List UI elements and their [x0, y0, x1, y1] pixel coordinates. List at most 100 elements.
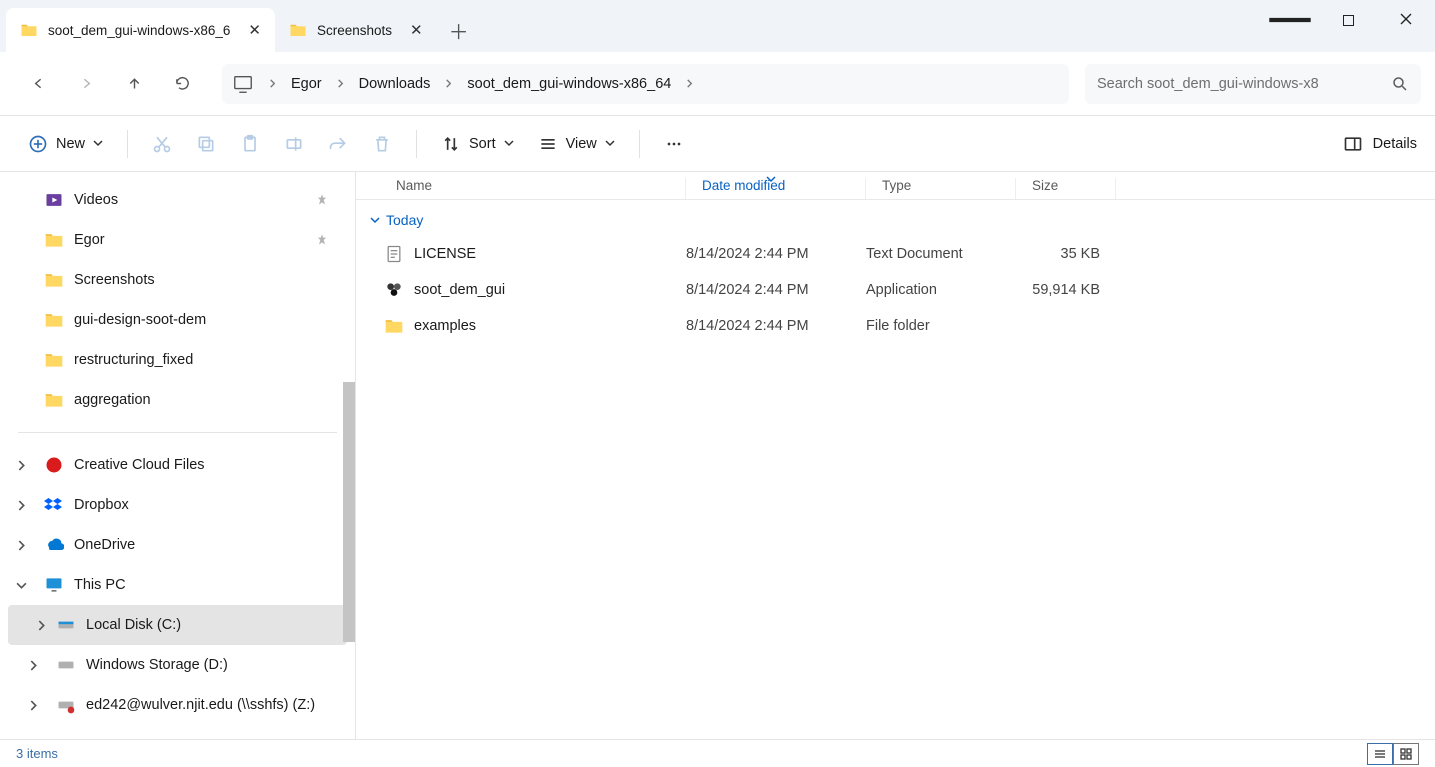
sidebar-item-aggregation[interactable]: aggregation — [0, 380, 355, 420]
folder-icon — [44, 390, 64, 410]
copy-button[interactable] — [186, 125, 226, 163]
folder-icon — [44, 310, 64, 330]
sidebar-item-this-pc[interactable]: This PC — [0, 565, 355, 605]
back-button[interactable] — [14, 60, 62, 108]
cut-button[interactable] — [142, 125, 182, 163]
sidebar-item-videos[interactable]: Videos — [0, 180, 355, 220]
file-row-soot-dem-gui[interactable]: soot_dem_gui 8/14/2024 2:44 PM Applicati… — [356, 272, 1435, 308]
file-type: Text Document — [866, 246, 1016, 262]
sidebar-item-onedrive[interactable]: OneDrive — [0, 525, 355, 565]
sidebar-item-gui-design[interactable]: gui-design-soot-dem — [0, 300, 355, 340]
chevron-right-icon — [436, 75, 461, 93]
sidebar-item-creative-cloud[interactable]: Creative Cloud Files — [0, 445, 355, 485]
restore-button[interactable] — [1319, 0, 1377, 40]
sidebar-item-label: Windows Storage (D:) — [86, 657, 228, 673]
file-size: 59,914 KB — [1016, 282, 1116, 298]
sidebar-item-screenshots[interactable]: Screenshots — [0, 260, 355, 300]
close-button[interactable] — [1377, 0, 1435, 40]
folder-icon — [44, 230, 64, 250]
up-button[interactable] — [110, 60, 158, 108]
breadcrumb-segment[interactable]: soot_dem_gui-windows-x86_64 — [467, 76, 671, 92]
sidebar-item-windows-storage[interactable]: Windows Storage (D:) — [0, 645, 355, 685]
chevron-right-icon[interactable] — [28, 699, 40, 711]
view-switcher — [1367, 743, 1419, 765]
tab-inactive[interactable]: Screenshots ✕ — [275, 8, 437, 52]
file-row-examples[interactable]: examples 8/14/2024 2:44 PM File folder — [356, 308, 1435, 344]
chevron-down-icon[interactable] — [16, 579, 28, 591]
chevron-right-icon[interactable] — [36, 619, 48, 631]
column-headers: Name Date modified Type Size — [356, 172, 1435, 200]
details-pane-button[interactable]: Details — [1343, 134, 1417, 154]
network-disk-icon — [56, 695, 76, 715]
sidebar-item-label: aggregation — [74, 392, 151, 408]
details-label: Details — [1373, 136, 1417, 152]
sidebar-item-label: Egor — [74, 232, 105, 248]
sidebar-item-restructuring[interactable]: restructuring_fixed — [0, 340, 355, 380]
search-input[interactable]: Search soot_dem_gui-windows-x8 — [1085, 64, 1421, 104]
sidebar-item-network-drive[interactable]: ed242@wulver.njit.edu (\\sshfs) (Z:) — [0, 685, 355, 725]
tab-active[interactable]: soot_dem_gui-windows-x86_6 ✕ — [6, 8, 275, 52]
column-type[interactable]: Type — [866, 178, 1016, 199]
chevron-down-icon — [93, 136, 103, 152]
column-size[interactable]: Size — [1016, 178, 1116, 199]
sort-label: Sort — [469, 136, 496, 152]
sort-button[interactable]: Sort — [431, 125, 524, 163]
new-button[interactable]: New — [18, 125, 113, 163]
share-button[interactable] — [318, 125, 358, 163]
window-controls — [1261, 0, 1435, 40]
separator — [416, 130, 417, 158]
this-pc-icon — [232, 73, 254, 95]
breadcrumb[interactable]: Egor Downloads soot_dem_gui-windows-x86_… — [222, 64, 1069, 104]
navigation-pane: Videos Egor Screenshots gui-design-soot-… — [0, 172, 356, 739]
forward-button[interactable] — [62, 60, 110, 108]
sidebar-item-label: Videos — [74, 192, 118, 208]
chevron-down-icon — [370, 212, 380, 228]
folder-icon — [289, 21, 307, 39]
more-button[interactable] — [654, 125, 694, 163]
separator — [639, 130, 640, 158]
rename-icon — [284, 134, 304, 154]
sidebar-item-label: ed242@wulver.njit.edu (\\sshfs) (Z:) — [86, 697, 315, 713]
divider — [18, 432, 337, 433]
column-name[interactable]: Name — [356, 178, 686, 199]
file-type: Application — [866, 282, 1016, 298]
scrollbar[interactable] — [343, 382, 355, 642]
chevron-down-icon — [605, 136, 615, 152]
close-icon[interactable]: ✕ — [248, 21, 261, 39]
rename-button[interactable] — [274, 125, 314, 163]
paste-button[interactable] — [230, 125, 270, 163]
file-date: 8/14/2024 2:44 PM — [686, 246, 866, 262]
delete-button[interactable] — [362, 125, 402, 163]
column-date[interactable]: Date modified — [686, 178, 866, 199]
chevron-down-icon — [504, 136, 514, 152]
column-type-label: Type — [882, 178, 911, 193]
sidebar-item-dropbox[interactable]: Dropbox — [0, 485, 355, 525]
item-count: 3 items — [16, 746, 58, 761]
chevron-right-icon[interactable] — [16, 499, 28, 511]
delete-icon — [372, 134, 392, 154]
group-header[interactable]: Today — [356, 204, 1435, 236]
thumbnails-view-button[interactable] — [1393, 743, 1419, 765]
breadcrumb-segment[interactable]: Downloads — [359, 76, 431, 92]
chevron-right-icon[interactable] — [16, 539, 28, 551]
dropbox-icon — [44, 495, 64, 515]
chevron-right-icon — [677, 75, 702, 93]
refresh-button[interactable] — [158, 60, 206, 108]
share-icon — [328, 134, 348, 154]
new-tab-button[interactable]: ＋ — [437, 8, 481, 52]
view-button[interactable]: View — [528, 125, 625, 163]
text-file-icon — [384, 244, 404, 264]
file-name: LICENSE — [414, 246, 476, 262]
chevron-right-icon[interactable] — [28, 659, 40, 671]
breadcrumb-segment[interactable]: Egor — [291, 76, 322, 92]
minimize-button[interactable] — [1261, 0, 1319, 40]
close-icon[interactable]: ✕ — [410, 21, 423, 39]
sort-indicator-icon — [766, 172, 776, 182]
file-row-license[interactable]: LICENSE 8/14/2024 2:44 PM Text Document … — [356, 236, 1435, 272]
details-view-button[interactable] — [1367, 743, 1393, 765]
sidebar-item-egor[interactable]: Egor — [0, 220, 355, 260]
sidebar-item-local-disk-c[interactable]: Local Disk (C:) — [8, 605, 347, 645]
main-area: Videos Egor Screenshots gui-design-soot-… — [0, 172, 1435, 739]
chevron-right-icon[interactable] — [16, 459, 28, 471]
search-icon — [1391, 75, 1409, 93]
